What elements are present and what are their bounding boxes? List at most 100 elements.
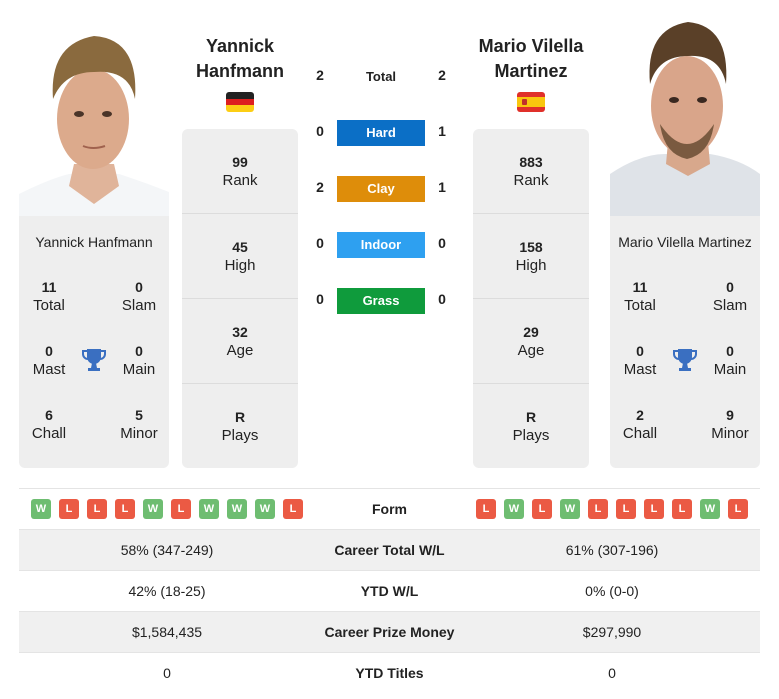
form-win-badge: W (700, 499, 720, 519)
label: Plays (221, 427, 259, 444)
label: Mast (623, 361, 657, 378)
value: R (234, 409, 246, 425)
value: 9 (726, 407, 734, 423)
value: 0 (726, 279, 734, 295)
value: 5 (135, 407, 143, 423)
label: Minor (120, 425, 158, 442)
row-label: YTD Titles (355, 665, 424, 681)
form-loss-badge: L (171, 499, 191, 519)
player2-form: LWLWLLLLWL (464, 499, 760, 519)
value: 11 (41, 279, 57, 295)
player1-titles-card: Yannick Hanfmann 11 Total 0 Slam 0 Mast … (19, 216, 169, 468)
player1-value: 42% (18-25) (128, 583, 206, 599)
h2h-indoor-p1: 0 (316, 235, 324, 251)
player1-rank: 99 Rank (182, 129, 298, 214)
player2-slam-titles: 0 Slam (700, 278, 760, 316)
player2-fullname: Mario Vilella Martinez (618, 234, 752, 250)
form-win-badge: W (227, 499, 247, 519)
player1-minor-titles: 5 Minor (109, 406, 169, 444)
value: 0 (135, 279, 143, 295)
value: 0 (135, 343, 143, 359)
player2-name[interactable]: Mario Vilella Martinez (456, 34, 606, 84)
label: Plays (512, 427, 550, 444)
form-loss-badge: L (588, 499, 608, 519)
h2h-total-p2: 2 (438, 67, 446, 83)
label: Main (122, 361, 156, 378)
player2-titles-card: Mario Vilella Martinez 11 Total 0 Slam 0… (610, 216, 760, 468)
label: Age (226, 342, 254, 359)
form-win-badge: W (143, 499, 163, 519)
player1-value: 58% (347-249) (120, 542, 214, 558)
label: Rank (222, 172, 258, 189)
label: Rank (513, 172, 549, 189)
form-loss-badge: L (672, 499, 692, 519)
flag-germany-icon (226, 92, 254, 112)
surface-clay-badge[interactable]: Clay (337, 176, 425, 202)
h2h-indoor-p2: 0 (438, 235, 446, 251)
player1-value: 0 (163, 665, 171, 681)
row-label: Career Prize Money (324, 624, 455, 640)
label: Total (624, 297, 656, 314)
value: 0 (726, 343, 734, 359)
value: R (525, 409, 537, 425)
h2h-total-label: Total (365, 69, 397, 84)
trophy-icon (82, 347, 106, 373)
player1-age: 32 Age (182, 299, 298, 384)
value: 32 (232, 324, 248, 340)
label: High (224, 257, 256, 274)
player2-minor-titles: 9 Minor (700, 406, 760, 444)
player2-plays: R Plays (473, 384, 589, 469)
value: 0 (636, 343, 644, 359)
form-loss-badge: L (532, 499, 552, 519)
player1-slam-titles: 0 Slam (109, 278, 169, 316)
surface-grass-badge[interactable]: Grass (337, 288, 425, 314)
h2h-grass-p1: 0 (316, 291, 324, 307)
label: Main (713, 361, 747, 378)
row-label: Career Total W/L (334, 542, 445, 558)
player2-total-titles: 11 Total (610, 278, 670, 316)
player1-form: WLLLWLWWWL (19, 499, 315, 519)
form-win-badge: W (560, 499, 580, 519)
surface-indoor-badge[interactable]: Indoor (337, 232, 425, 258)
flag-spain-icon (517, 92, 545, 112)
form-loss-badge: L (115, 499, 135, 519)
h2h-clay-p2: 1 (438, 179, 446, 195)
player1-name-line1: Yannick (205, 36, 275, 56)
label: Mast (32, 361, 66, 378)
player1-photo (19, 14, 169, 216)
form-win-badge: W (504, 499, 524, 519)
player1-name[interactable]: Yannick Hanfmann (165, 34, 315, 84)
h2h-total-p1: 2 (316, 67, 324, 83)
player2-name-line2: Martinez (494, 61, 568, 81)
label: Total (33, 297, 65, 314)
player2-masters-titles: 0 Mast (610, 342, 670, 380)
player2-age: 29 Age (473, 299, 589, 384)
form-row: WLLLWLWWWL Form LWLWLLLLWL (19, 488, 760, 529)
value: 158 (519, 239, 543, 255)
player1-rank-card: 99 Rank 45 High 32 Age R Plays (182, 129, 298, 468)
player1-main-titles: 0 Main (109, 342, 169, 380)
label: Minor (711, 425, 749, 442)
label: High (515, 257, 547, 274)
value: 6 (45, 407, 53, 423)
form-loss-badge: L (87, 499, 107, 519)
player2-challenger-titles: 2 Chall (610, 406, 670, 444)
player2-value: 0% (0-0) (585, 583, 639, 599)
value: 29 (523, 324, 539, 340)
value: 99 (232, 154, 248, 170)
label: Chall (622, 425, 658, 442)
row-label: YTD W/L (360, 583, 419, 599)
value: 0 (45, 343, 53, 359)
form-win-badge: W (255, 499, 275, 519)
label: Age (517, 342, 545, 359)
player1-value: $1,584,435 (131, 624, 203, 640)
player1-high: 45 High (182, 214, 298, 299)
table-row: 58% (347-249) Career Total W/L 61% (307-… (19, 529, 760, 570)
player2-value: 61% (307-196) (565, 542, 659, 558)
table-row: 42% (18-25) YTD W/L 0% (0-0) (19, 570, 760, 611)
label: Slam (712, 297, 748, 314)
player1-masters-titles: 0 Mast (19, 342, 79, 380)
player2-value: 0 (608, 665, 616, 681)
surface-hard-badge[interactable]: Hard (337, 120, 425, 146)
player2-high: 158 High (473, 214, 589, 299)
